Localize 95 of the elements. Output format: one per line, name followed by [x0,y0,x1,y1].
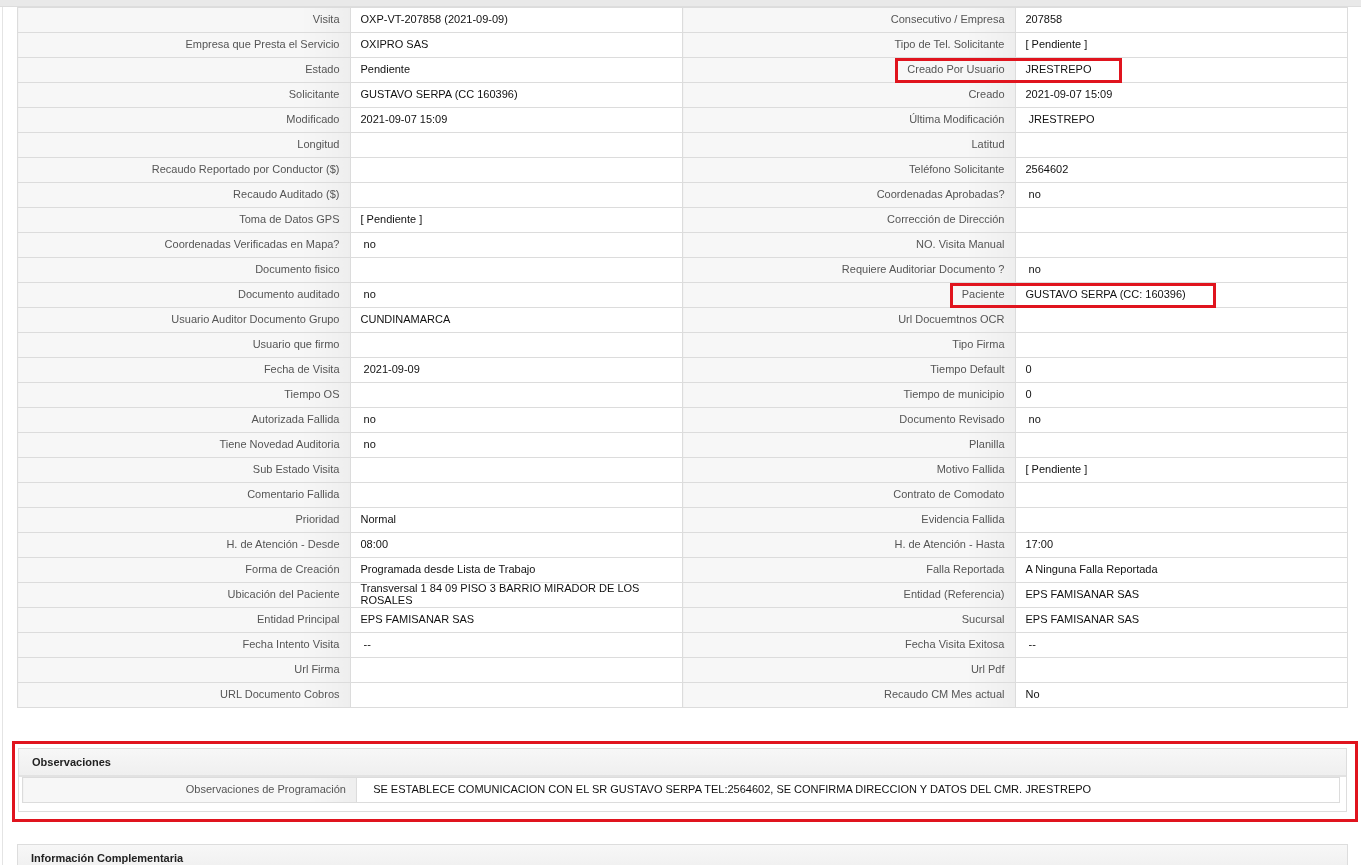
field-label: Fecha Intento Visita [17,632,350,658]
field-value: Pendiente [360,63,411,76]
field-label: Autorizada Fallida [17,407,350,433]
field-label: Tiene Novedad Auditoria [17,432,350,458]
field-value: EPS FAMISANAR SAS [1025,588,1140,601]
field-label: Documento auditado [17,282,350,308]
field-label: Teléfono Solicitante [682,157,1015,183]
field-value: Normal [360,513,396,526]
field-label: Corrección de Dirección [682,207,1015,233]
field-value: no [362,413,376,426]
field-value: SE ESTABLECE COMUNICACION CON EL SR GUSTAVO SERPA TEL:2564602, SE CONFIRMA DIRECCION Y DATOS DEL CMR. JRESTREPO [356,777,1340,803]
field-label: Usuario Auditor Documento Grupo [17,307,350,333]
field-label: Tipo de Tel. Solicitante [682,32,1015,58]
field-value: 08:00 [360,538,389,551]
field-value: 0 [1025,388,1032,401]
field-label: Consecutivo / Empresa [682,7,1015,33]
field-label: Usuario que firmo [17,332,350,358]
field-label: Ubicación del Paciente [17,582,350,608]
field-value: [ Pendiente ] [1025,38,1088,51]
field-value: A Ninguna Falla Reportada [1025,563,1158,576]
field-label: Recaudo Auditado ($) [17,182,350,208]
field-label: NO. Visita Manual [682,232,1015,258]
field-value: Programada desde Lista de Trabajo [360,563,536,576]
section-title: Información Complementaria [18,845,1347,865]
field-value: no [362,288,376,301]
field-label: Requiere Auditoriar Documento ? [682,257,1015,283]
field-label: Contrato de Comodato [682,482,1015,508]
field-value: OXIPRO SAS [360,38,429,51]
field-label: Creado [682,82,1015,108]
field-value: 2021-09-07 15:09 [360,113,448,126]
field-label: Recaudo CM Mes actual [682,682,1015,708]
field-label: Toma de Datos GPS [17,207,350,233]
field-label: Modificado [17,107,350,133]
field-value: no [1027,263,1041,276]
field-value: no [1027,413,1041,426]
field-value: EPS FAMISANAR SAS [360,613,475,626]
field-value: EPS FAMISANAR SAS [1025,613,1140,626]
field-value: JRESTREPO [1025,63,1092,76]
field-label: Url Pdf [682,657,1015,683]
field-value: 207858 [1025,13,1063,26]
field-label: Sub Estado Visita [17,457,350,483]
field-label: Visita [17,7,350,33]
field-value: OXP-VT-207858 (2021-09-09) [360,13,508,26]
field-value: [ Pendiente ] [1025,463,1088,476]
field-label: Forma de Creación [17,557,350,583]
field-value: -- [362,638,371,651]
field-value: no [362,238,376,251]
field-value: 2021-09-09 [362,363,420,376]
field-label: Url Docuemtnos OCR [682,307,1015,333]
field-label: Tiempo de municipio [682,382,1015,408]
field-label: H. de Atención - Hasta [682,532,1015,558]
field-label: Solicitante [17,82,350,108]
field-label: Estado [17,57,350,83]
field-label: Recaudo Reportado por Conductor ($) [17,157,350,183]
field-value: 17:00 [1025,538,1054,551]
field-label: Sucursal [682,607,1015,633]
field-label: H. de Atención - Desde [17,532,350,558]
field-value: 2564602 [1025,163,1069,176]
field-label: Fecha Visita Exitosa [682,632,1015,658]
field-label: Empresa que Presta el Servicio [17,32,350,58]
field-label: Tipo Firma [682,332,1015,358]
field-value: CUNDINAMARCA [360,313,451,326]
field-label: Entidad (Referencia) [682,582,1015,608]
field-label: Tiempo Default [682,357,1015,383]
field-label: Coordenadas Verificadas en Mapa? [17,232,350,258]
field-value: 0 [1025,363,1032,376]
field-value: no [362,438,376,451]
field-value: no [1027,188,1041,201]
field-label: Evidencia Fallida [682,507,1015,533]
field-value: GUSTAVO SERPA (CC 160396) [360,88,518,101]
field-value: [ Pendiente ] [360,213,423,226]
field-label: Longitud [17,132,350,158]
field-label: Tiempo OS [17,382,350,408]
field-label: Falla Reportada [682,557,1015,583]
section-title: Observaciones [19,749,1346,777]
field-value: GUSTAVO SERPA (CC: 160396) [1025,288,1186,301]
field-label: Prioridad [17,507,350,533]
field-label: Última Modificación [682,107,1015,133]
field-label: Planilla [682,432,1015,458]
field-label: Url Firma [17,657,350,683]
field-value: JRESTREPO [1027,113,1095,126]
field-label: Coordenadas Aprobadas? [682,182,1015,208]
field-label: Entidad Principal [17,607,350,633]
field-label: URL Documento Cobros [17,682,350,708]
field-value: -- [1027,638,1036,651]
field-value: No [1025,688,1040,701]
field-label: Fecha de Visita [17,357,350,383]
field-label: Comentario Fallida [17,482,350,508]
field-label: Motivo Fallida [682,457,1015,483]
field-value: Transversal 1 84 09 PISO 3 BARRIO MIRADOR DE LOS ROSALES [360,582,641,606]
field-label: Latitud [682,132,1015,158]
field-label: Documento Revisado [682,407,1015,433]
field-label: Documento fisico [17,257,350,283]
field-label: Observaciones de Programación [22,777,357,803]
field-value: 2021-09-07 15:09 [1025,88,1113,101]
